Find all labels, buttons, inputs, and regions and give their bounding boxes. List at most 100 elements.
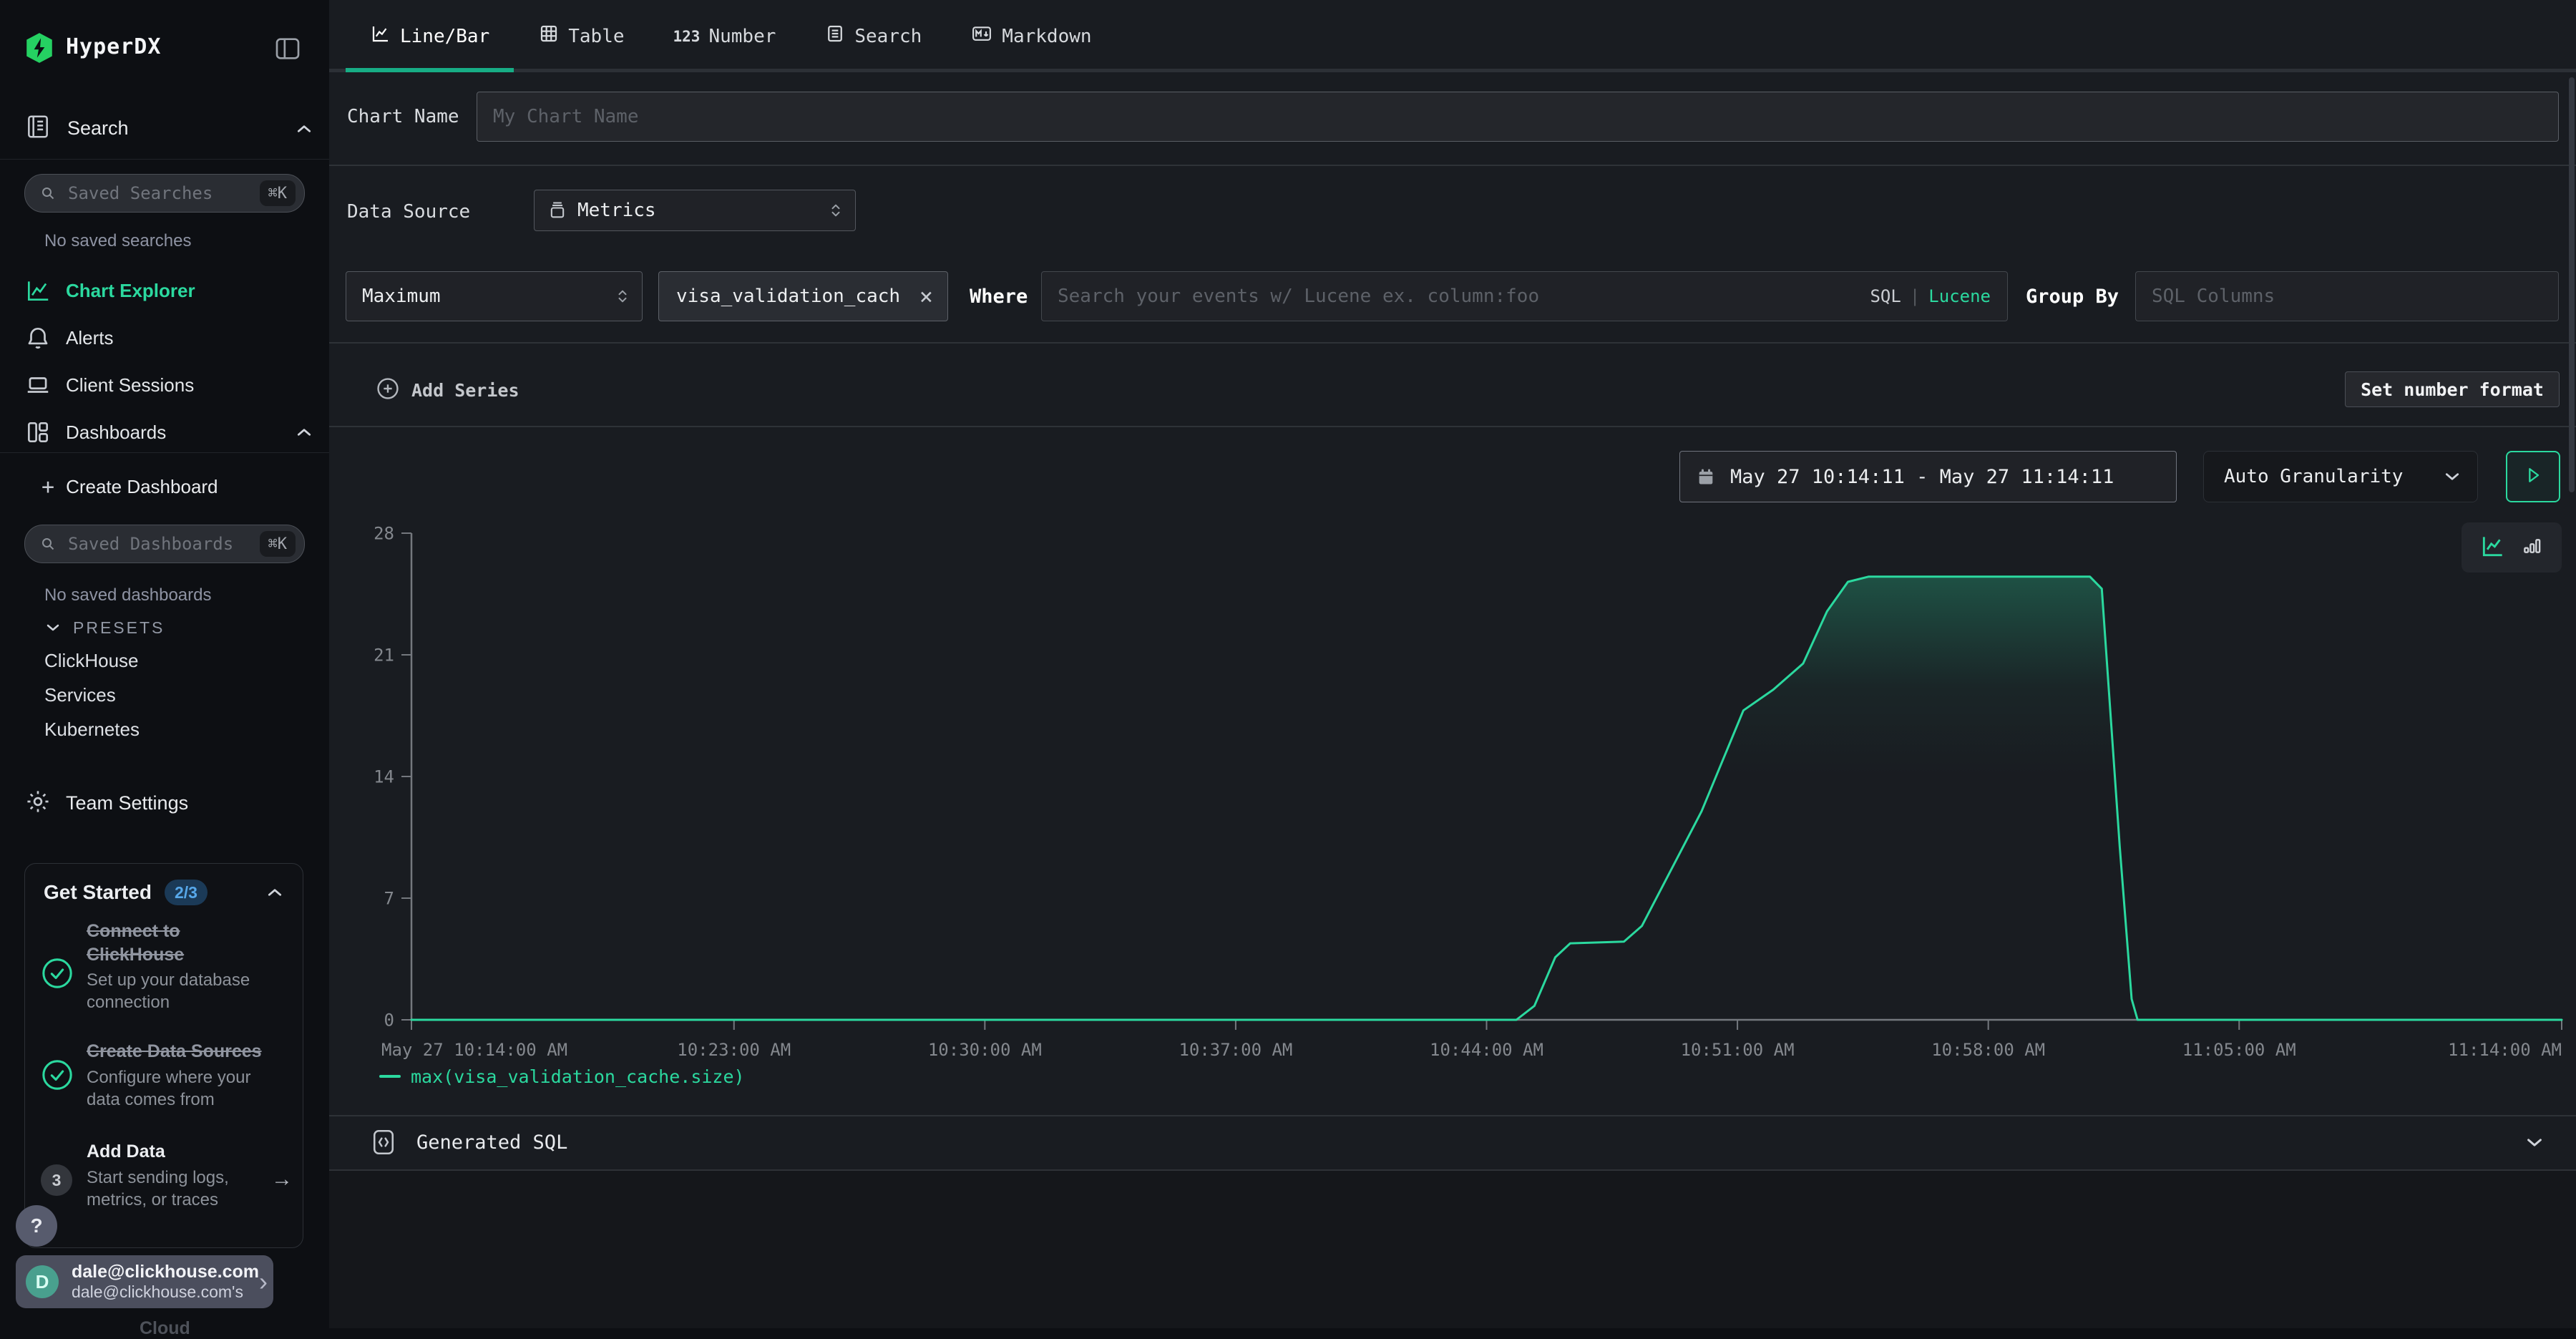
list-icon [824,23,846,49]
shortcut-badge: ⌘K [260,531,296,557]
sidebar-item-dashboards[interactable]: Dashboards [0,412,329,452]
step-subtitle: Configure where your data comes from [87,1066,271,1111]
create-dashboard-button[interactable]: + Create Dashboard [42,467,218,507]
tab-table[interactable]: Table [514,0,648,72]
laptop-icon [24,371,52,399]
saved-searches-placeholder: Saved Searches [68,183,213,203]
collapse-sidebar-icon[interactable] [273,34,302,66]
add-series-label: Add Series [411,380,519,401]
tab-label: Number [708,26,776,47]
lucene-toggle[interactable]: Lucene [1928,286,1991,306]
table-icon [538,23,560,49]
preset-item-services[interactable]: Services [44,684,116,706]
tab-label: Line/Bar [400,26,489,47]
step-title: Connect to ClickHouse [87,920,267,966]
where-input-wrap: SQL | Lucene [1041,271,2008,321]
tab-label: Search [854,26,922,47]
divider [329,165,2576,166]
chevron-up-icon[interactable] [296,427,312,437]
chevron-down-icon [2444,472,2460,482]
chevron-up-icon[interactable] [267,887,283,900]
tab-bar: Line/Bar Table 123 Number Search [329,0,2576,72]
saved-dashboards-input[interactable]: Saved Dashboards ⌘K [24,525,305,563]
sql-toggle[interactable]: SQL [1870,286,1901,306]
chart-explorer-icon [24,277,52,304]
bell-icon [24,324,52,351]
scrollbar[interactable] [2569,77,2575,492]
tab-markdown[interactable]: Markdown [946,0,1116,72]
user-subtitle: dale@clickhouse.com's [72,1282,259,1301]
tab-number[interactable]: 123 Number [649,0,801,72]
svg-text:21: 21 [374,645,394,665]
sidebar-item-label: Chart Explorer [66,280,195,302]
chart-legend: max(visa_validation_cache.size) [379,1065,745,1088]
granularity-select[interactable]: Auto Granularity [2203,451,2478,502]
presets-header[interactable]: PRESETS [46,618,165,638]
svg-text:10:37:00 AM: 10:37:00 AM [1179,1040,1292,1060]
sidebar-item-chart-explorer[interactable]: Chart Explorer [0,271,329,311]
search-icon [39,535,57,552]
preset-item-clickhouse[interactable]: ClickHouse [44,650,139,672]
date-range-picker[interactable]: May 27 10:14:11 - May 27 11:14:11 [1679,451,2177,502]
run-query-button[interactable] [2506,451,2560,502]
check-circle-icon [41,957,74,993]
get-started-step[interactable]: Create Data Sources Configure where your… [87,1040,271,1111]
timeseries-chart[interactable]: 07142128May 27 10:14:00 AM10:23:00 AM10:… [351,521,2569,1065]
avatar: D [26,1265,59,1298]
aggregation-select[interactable]: Maximum [346,271,643,321]
generated-sql-label: Generated SQL [416,1131,567,1154]
step-subtitle: Start sending logs, metrics, or traces [87,1167,267,1211]
sidebar-item-alerts[interactable]: Alerts [0,318,329,358]
no-saved-dashboards-text: No saved dashboards [44,585,211,605]
sidebar-item-label: Dashboards [66,422,166,444]
preset-item-kubernetes[interactable]: Kubernetes [44,719,140,741]
database-icon [547,200,567,220]
svg-text:11:05:00 AM: 11:05:00 AM [2182,1040,2296,1060]
data-source-select[interactable]: Metrics [534,190,856,231]
divider [329,426,2576,427]
tab-line-bar[interactable]: Line/Bar [346,0,514,72]
calendar-icon [1696,466,1716,487]
metric-name: visa_validation_cach [676,286,900,307]
plus-icon: + [42,474,54,500]
select-chevrons-icon [616,288,629,304]
group-by-input[interactable] [2135,271,2559,321]
check-circle-icon [41,1058,74,1094]
search-icon [39,185,57,202]
metric-tag[interactable]: visa_validation_cach × [658,271,948,321]
tab-search[interactable]: Search [800,0,946,72]
sidebar-item-label: Client Sessions [66,374,194,396]
sidebar-item-client-sessions[interactable]: Client Sessions [0,365,329,405]
step-title: Add Data [87,1140,267,1164]
select-chevrons-icon [829,203,842,218]
chevron-up-icon[interactable] [296,123,312,137]
get-started-panel: Get Started 2/3 Connect to ClickHouse Se… [24,863,303,1248]
legend-label: max(visa_validation_cache.size) [411,1066,745,1087]
hyperdx-logo-icon [24,31,54,64]
saved-searches-input[interactable]: Saved Searches ⌘K [24,174,305,213]
generated-sql-row[interactable]: Generated SQL [329,1115,2576,1169]
chart-name-input[interactable] [477,92,2559,142]
close-icon[interactable]: × [919,283,933,310]
chevron-right-icon: › [259,1267,268,1297]
where-input[interactable] [1041,271,2008,321]
play-icon [2524,465,2542,488]
get-started-step[interactable]: Connect to ClickHouse Set up your databa… [87,920,267,1013]
get-started-step[interactable]: Add Data Start sending logs, metrics, or… [87,1140,267,1211]
dashboard-grid-icon [24,419,52,446]
svg-text:7: 7 [384,888,394,908]
sidebar-item-team-settings[interactable]: Team Settings [24,783,188,823]
group-by-label: Group By [2026,271,2119,321]
where-label: Where [970,271,1028,321]
line-chart-icon [370,23,391,49]
help-button[interactable]: ? [16,1205,57,1247]
chevron-down-icon[interactable] [2526,1137,2543,1148]
svg-text:10:30:00 AM: 10:30:00 AM [928,1040,1042,1060]
user-menu[interactable]: D dale@clickhouse.com dale@clickhouse.co… [16,1255,273,1308]
svg-text:10:23:00 AM: 10:23:00 AM [677,1040,791,1060]
set-number-format-button[interactable]: Set number format [2345,371,2560,407]
get-started-badge: 2/3 [165,880,208,905]
sidebar-section-search[interactable]: Search [67,117,129,140]
svg-text:14: 14 [374,766,394,787]
add-series-button[interactable]: Add Series [376,365,519,415]
